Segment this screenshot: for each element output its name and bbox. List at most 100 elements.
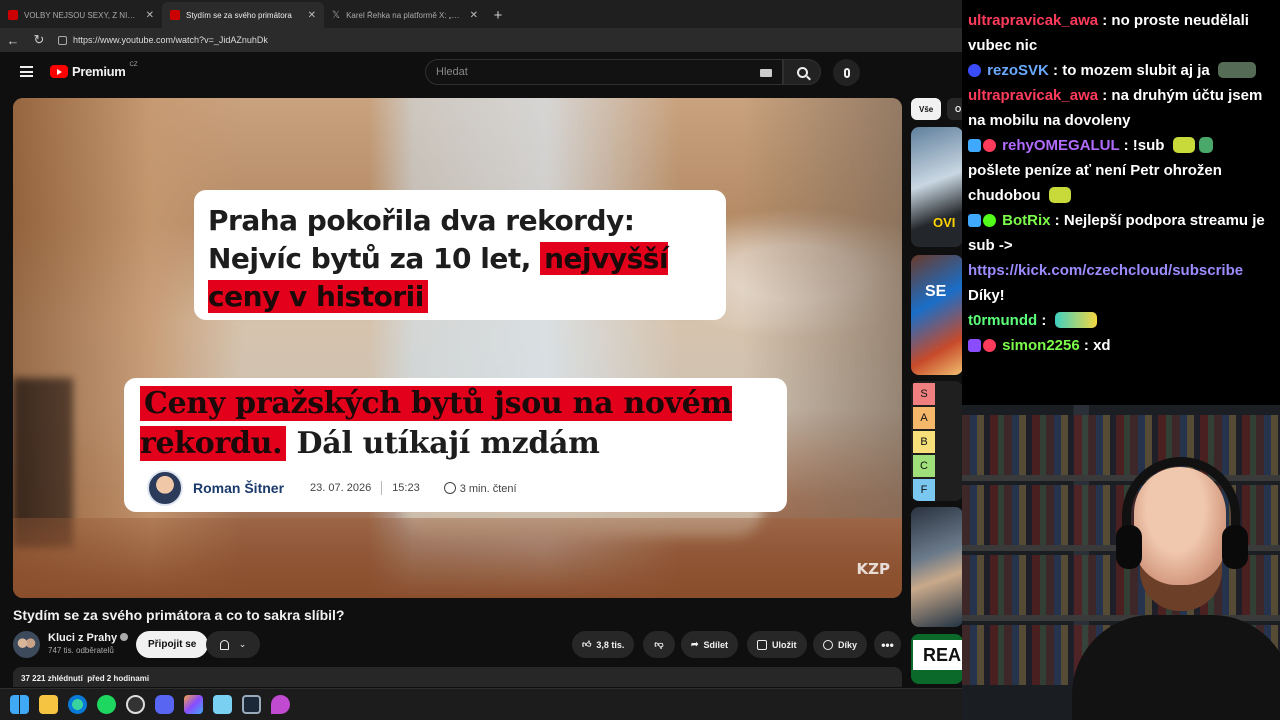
emote-icon: [1217, 62, 1256, 78]
youtube-header: Premium CZ Hledat: [0, 52, 962, 92]
share-button[interactable]: ➦ Sdílet: [681, 631, 739, 658]
keyboard-icon[interactable]: [760, 69, 772, 77]
notifications-button[interactable]: ⌄: [206, 631, 260, 658]
chat-text: pošlete peníze ať není Petr ohrožen chud…: [968, 162, 1222, 204]
back-arrow-icon[interactable]: ←: [6, 33, 20, 48]
youtube-logo[interactable]: Premium CZ: [50, 62, 138, 79]
browser-tab-active[interactable]: Stydím se za svého primátora ✕: [162, 2, 324, 28]
thanks-button[interactable]: Díky: [813, 631, 868, 658]
browser-tab[interactable]: VOLBY NEJSOU SEXY, Z NICH NEMÁ ✕: [0, 2, 162, 28]
join-button[interactable]: Připojit se: [136, 631, 209, 658]
sub-badge-icon: [968, 339, 981, 352]
close-tab-icon[interactable]: ✕: [146, 10, 154, 21]
reload-icon[interactable]: ↻: [32, 32, 46, 48]
stream-chat: ultrapravicak_awa : no proste neudělali …: [962, 0, 1280, 405]
moderator-badge-icon: [968, 139, 981, 152]
tier-label: S: [913, 383, 935, 405]
channel-actions-row: Kluci z Prahy 747 tis. odběratelů Připoj…: [13, 630, 902, 658]
filter-chip-all[interactable]: Vše: [911, 98, 942, 120]
edge-browser-icon[interactable]: [68, 695, 87, 714]
chat-username: BotRix: [1002, 212, 1051, 229]
emote-icon: [1054, 312, 1097, 328]
chat-text: xd: [1093, 337, 1111, 354]
verified-icon: [120, 633, 129, 641]
browser-tab[interactable]: 𝕏 Karel Řehka na platformě X: „Po v ✕: [324, 2, 486, 28]
super-thanks-icon: [823, 639, 833, 650]
chat-message: ultrapravicak_awa : no proste neudělali …: [968, 12, 1249, 54]
chat-username: rezoSVK: [987, 62, 1049, 79]
article-date: 23. 07. 2026: [310, 482, 372, 494]
gifter-badge-icon: [983, 339, 996, 352]
chat-message: rezoSVK : to mozem slubit aj ja: [968, 58, 1274, 83]
read-time-label: 3 min. čtení: [459, 482, 517, 495]
chat-text: !sub: [1132, 137, 1165, 154]
moderator-badge-icon: [968, 214, 981, 227]
article-time: 15:23: [392, 482, 420, 494]
chat-message: simon2256 : xd: [968, 333, 1274, 358]
tab-title: Karel Řehka na platformě X: „Po v: [346, 10, 464, 20]
headset-earcup: [1116, 525, 1142, 569]
recommended-thumbnail[interactable]: S A B C F: [911, 381, 963, 501]
like-button[interactable]: 👍︎ 3,8 tis.: [572, 631, 635, 658]
emote-icon: [1172, 137, 1195, 153]
chat-text: to mozem slubit aj ja: [1062, 62, 1210, 79]
search-button[interactable]: [783, 59, 821, 85]
thanks-label: Díky: [838, 639, 858, 650]
url-text: https://www.youtube.com/watch?v=_JidAZnu…: [73, 35, 268, 45]
spotify-icon[interactable]: [97, 695, 116, 714]
tab-title: VOLBY NEJSOU SEXY, Z NICH NEMÁ: [24, 10, 140, 20]
recommended-thumbnail[interactable]: OVI: [911, 127, 963, 247]
search-input[interactable]: Hledat: [425, 59, 783, 85]
steam-icon[interactable]: [242, 695, 261, 714]
description-box[interactable]: 37 221 zhlédnutí před 2 hodinami: [13, 667, 902, 687]
youtube-favicon-icon: [170, 10, 180, 20]
headline-1: Praha pokořila dva rekordy: Nejvíc bytů …: [208, 202, 712, 316]
channel-avatar[interactable]: [13, 631, 40, 658]
site-info-icon[interactable]: [58, 35, 67, 45]
divider: [381, 481, 383, 495]
microphone-icon: [843, 67, 850, 78]
brand-label: Premium: [72, 64, 126, 79]
chat-link[interactable]: https://kick.com/czechcloud/subscribe: [968, 262, 1243, 279]
sub-badge-icon: [983, 139, 996, 152]
more-actions-button[interactable]: •••: [874, 631, 901, 658]
recommended-thumbnail[interactable]: [911, 507, 963, 627]
share-label: Sdílet: [703, 639, 729, 650]
close-tab-icon[interactable]: ✕: [308, 10, 316, 21]
discord-icon[interactable]: [155, 695, 174, 714]
copilot-icon[interactable]: [184, 695, 203, 714]
headline-card-2: Ceny pražských bytů jsou na novém rekord…: [124, 378, 787, 512]
chat-username: rehyOMEGALUL: [1002, 137, 1120, 154]
screen: VOLBY NEJSOU SEXY, Z NICH NEMÁ ✕ Stydím …: [0, 0, 1280, 720]
address-bar-row: ← ↻ https://www.youtube.com/watch?v=_Jid…: [0, 28, 962, 52]
close-tab-icon[interactable]: ✕: [470, 10, 478, 21]
new-tab-button[interactable]: +: [486, 2, 510, 28]
read-time: 3 min. čtení: [443, 481, 517, 495]
url-field[interactable]: https://www.youtube.com/watch?v=_JidAZnu…: [58, 31, 956, 49]
voice-search-button[interactable]: [833, 59, 860, 86]
notepad-icon[interactable]: [213, 695, 232, 714]
upload-time: před 2 hodinami: [87, 674, 150, 683]
video-title: Stydím se za svého primátora a co to sak…: [13, 607, 345, 623]
file-explorer-icon[interactable]: [39, 695, 58, 714]
headline-2: Ceny pražských bytů jsou na novém rekord…: [140, 384, 771, 464]
article-byline: Roman Šitner 23. 07. 2026 15:23 3 min. č…: [147, 470, 517, 506]
maps-icon[interactable]: [271, 695, 290, 714]
recommended-thumbnail[interactable]: REA: [911, 634, 963, 684]
save-button[interactable]: Uložit: [747, 631, 807, 658]
clock-icon: [443, 481, 456, 494]
webcam-overlay: [962, 405, 1280, 720]
youtube-play-icon: [50, 65, 68, 78]
channel-name[interactable]: Kluci z Prahy: [48, 632, 129, 644]
thumbnail-text: SE: [925, 283, 947, 300]
recommended-thumbnail[interactable]: SE: [911, 255, 963, 375]
video-player[interactable]: Praha pokořila dva rekordy: Nejvíc bytů …: [13, 98, 902, 598]
windows-start-icon[interactable]: [10, 695, 29, 714]
obs-icon[interactable]: [126, 695, 145, 714]
menu-icon[interactable]: [20, 66, 33, 77]
dislike-button[interactable]: 👎︎: [643, 631, 675, 658]
thumbnail-text: OVI: [933, 215, 956, 230]
tier-label: A: [913, 407, 935, 429]
subscriber-count: 747 tis. odběratelů: [48, 646, 114, 655]
headline-card-1: Praha pokořila dva rekordy: Nejvíc bytů …: [194, 190, 726, 320]
